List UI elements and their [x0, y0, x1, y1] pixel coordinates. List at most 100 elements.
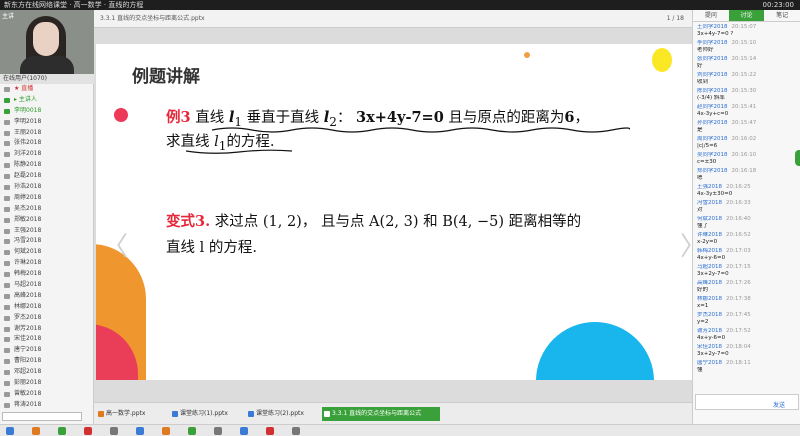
- user-list-item[interactable]: 高峰2018: [0, 291, 94, 302]
- user-list-item[interactable]: 罗杰2018: [0, 313, 94, 324]
- chat-author: 陈同学2018 20:15:30: [697, 88, 757, 94]
- handwritten-underline-2: [186, 149, 292, 154]
- next-slide-arrow-icon[interactable]: 〉: [680, 226, 692, 263]
- toolbar-tool-icon[interactable]: [266, 427, 274, 435]
- toolbar-tool-icon[interactable]: [292, 427, 300, 435]
- chat-time: 20:15:30: [731, 88, 757, 94]
- user-list-item[interactable]: 张伟2018: [0, 138, 94, 149]
- toolbar-tool-icon[interactable]: [162, 427, 170, 435]
- user-name: 何斌2018: [14, 248, 42, 256]
- user-list-item[interactable]: 陈静2018: [0, 160, 94, 171]
- handwritten-underline-1: [212, 127, 630, 133]
- teacher-webcam: 主讲: [0, 10, 94, 74]
- slide-area: 3.3.1 直线的交点坐标与距离公式.pptx 1 / 18 例题讲解 例3 直…: [94, 10, 692, 424]
- chat-body: 懂: [697, 367, 703, 373]
- user-list-item[interactable]: 刘洋2018: [0, 149, 94, 160]
- user-list-item[interactable]: 郑敏2018: [0, 215, 94, 226]
- chat-message: 林娜2018 20:17:38 x=1: [697, 296, 793, 310]
- toolbar-tool-icon[interactable]: [6, 427, 14, 435]
- document-tab-label: 3.3.1 直线的交点坐标与距离公式: [332, 410, 422, 417]
- user-list-item[interactable]: 马超2018: [0, 280, 94, 291]
- user-list-item[interactable]: 李明2018: [0, 117, 94, 128]
- user-list-item[interactable]: 赵磊2018: [0, 171, 94, 182]
- user-list-item[interactable]: ▸ 主讲人: [0, 95, 94, 106]
- chat-body: 对: [697, 207, 703, 213]
- right-tab[interactable]: 笔记: [764, 10, 800, 21]
- document-tab[interactable]: 课堂练习(1).pptx: [170, 407, 242, 421]
- right-tab[interactable]: 提问: [693, 10, 729, 21]
- chat-message: 周同学2018 20:16:02 |c|/5=6: [697, 136, 793, 150]
- document-icon: [248, 411, 254, 417]
- chat-time: 20:15:47: [731, 120, 757, 126]
- chat-time: 20:16:33: [726, 200, 751, 206]
- user-list-item[interactable]: 许琳2018: [0, 258, 94, 269]
- chat-time: 20:16:02: [731, 136, 757, 142]
- right-panel-tabs: 提问 讨论 笔记: [693, 10, 800, 22]
- chat-time: 20:16:25: [726, 184, 751, 190]
- document-tab-label: 课堂练习(1).pptx: [180, 410, 228, 417]
- user-list-item[interactable]: 曹阳2018: [0, 356, 94, 367]
- user-name: 李明2018: [14, 117, 42, 125]
- send-button[interactable]: 发送: [773, 400, 785, 409]
- document-icon: [324, 411, 330, 417]
- chat-message: 韩梅2018 20:17:03 4x+y-6=0: [697, 248, 793, 262]
- chat-body: 4x+y-6=0: [697, 335, 726, 341]
- variant-3-line-2: 直线 l 的方程.: [166, 240, 257, 256]
- chat-message: 陈同学2018 20:15:30 (-3/4) 斜率: [697, 88, 793, 102]
- user-list-item[interactable]: 何斌2018: [0, 247, 94, 258]
- user-search-input[interactable]: [2, 412, 82, 421]
- user-list-item[interactable]: 吴杰2018: [0, 204, 94, 215]
- user-list-item[interactable]: 宋佳2018: [0, 334, 94, 345]
- user-list-item[interactable]: 邓超2018: [0, 367, 94, 378]
- toolbar-tool-icon[interactable]: [240, 427, 248, 435]
- user-list-item[interactable]: 冯雪2018: [0, 236, 94, 247]
- user-list-item[interactable]: 曾敏2018: [0, 389, 94, 400]
- user-icon: [4, 228, 10, 234]
- chat-author: 唐宁2018 20:18:11: [697, 360, 751, 366]
- user-list-item[interactable]: 蒋涛2018: [0, 400, 94, 410]
- user-list-item[interactable]: 林娜2018: [0, 302, 94, 313]
- slide-tab-label[interactable]: 3.3.1 直线的交点坐标与距离公式.pptx: [100, 15, 205, 22]
- toolbar-tool-icon[interactable]: [136, 427, 144, 435]
- float-expand-button[interactable]: [795, 150, 800, 166]
- document-tab[interactable]: 3.3.1 直线的交点坐标与距离公式: [322, 407, 440, 421]
- user-list[interactable]: ★ 直播 ▸ 主讲人 李明0018 李明2018 王丽2018 张伟2018 刘洋2018 陈…: [0, 84, 94, 410]
- user-name: 冯雪2018: [14, 237, 42, 245]
- right-tab[interactable]: 讨论: [728, 10, 765, 21]
- chat-time: 20:18:11: [726, 360, 751, 366]
- user-icon: [4, 185, 10, 191]
- user-list-item[interactable]: 孙浩2018: [0, 182, 94, 193]
- toolbar-tool-icon[interactable]: [32, 427, 40, 435]
- user-name: 高峰2018: [14, 291, 42, 299]
- user-icon: [4, 272, 10, 278]
- document-tab[interactable]: 高一数学.pptx: [96, 407, 166, 421]
- user-list-item[interactable]: 韩梅2018: [0, 269, 94, 280]
- chat-author: 刘同学2018 20:15:22: [697, 72, 757, 78]
- chat-author: 宋佳2018 20:18:04: [697, 344, 751, 350]
- chat-body: 收到: [697, 79, 709, 85]
- user-name: 王强2018: [14, 226, 42, 234]
- toolbar-tool-icon[interactable]: [58, 427, 66, 435]
- user-list-item[interactable]: 李明0018: [0, 106, 94, 117]
- toolbar-tool-icon[interactable]: [110, 427, 118, 435]
- user-name: 刘洋2018: [14, 150, 42, 158]
- user-list-item[interactable]: 王丽2018: [0, 128, 94, 139]
- user-list-item[interactable]: 王强2018: [0, 226, 94, 237]
- toolbar-tool-icon[interactable]: [84, 427, 92, 435]
- chat-body: 嗯: [697, 175, 703, 181]
- user-name: 林娜2018: [14, 302, 42, 310]
- chat-messages[interactable]: 王同学2018 20:15:07 3x+4y-7=0 ? 李同学2018 20:15:1…: [693, 24, 793, 390]
- user-list-item[interactable]: 周婷2018: [0, 193, 94, 204]
- user-icon: [4, 359, 10, 365]
- prev-slide-arrow-icon[interactable]: 〈: [102, 226, 128, 263]
- user-list-item[interactable]: 唐宁2018: [0, 345, 94, 356]
- chat-time: 20:15:41: [731, 104, 757, 110]
- user-list-item[interactable]: 谢芳2018: [0, 324, 94, 335]
- toolbar-tool-icon[interactable]: [188, 427, 196, 435]
- user-icon: [4, 87, 10, 92]
- variant-3-line-1: 变式3. 求过点 (1, 2)， 且与点 A(2, 3) 和 B(4, −5) …: [166, 210, 581, 231]
- user-list-item[interactable]: 彭丽2018: [0, 378, 94, 389]
- user-list-item[interactable]: ★ 直播: [0, 84, 94, 95]
- document-tab[interactable]: 课堂练习(2).pptx: [246, 407, 318, 421]
- toolbar-tool-icon[interactable]: [214, 427, 222, 435]
